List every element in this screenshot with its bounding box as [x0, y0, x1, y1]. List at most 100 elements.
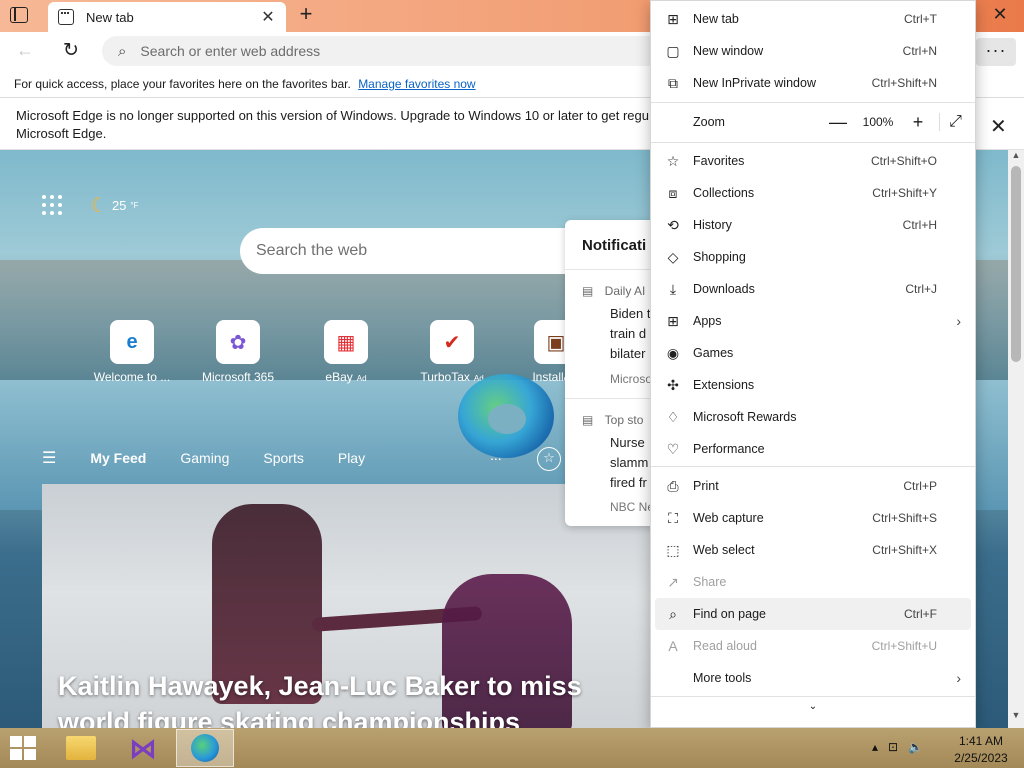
menu-divider	[651, 102, 975, 103]
menu-item-new-inprivate-window[interactable]: ⧉ New InPrivate window Ctrl+Shift+N	[651, 67, 975, 99]
print-icon: ⎙	[667, 477, 679, 494]
menu-item-favorites[interactable]: ☆ Favorites Ctrl+Shift+O	[651, 145, 975, 177]
clock-time: 1:41 AM	[958, 734, 1004, 748]
downloads-icon: ⤓	[669, 280, 677, 297]
menu-item-shortcut: Ctrl+J	[905, 282, 937, 296]
clock-date: 2/25/2023	[954, 751, 1008, 765]
feed-tab-my-feed[interactable]: My Feed	[90, 450, 146, 466]
menu-item-label: New tab	[693, 12, 739, 26]
web-select-icon: ⬚	[666, 541, 680, 558]
favorites-icon: ☆	[666, 152, 680, 169]
menu-item-label: Games	[693, 346, 734, 360]
edge-taskbar-button[interactable]	[176, 729, 234, 767]
menu-item-more-tools[interactable]: More tools ›	[651, 662, 975, 694]
file-explorer-button[interactable]	[52, 729, 110, 767]
search-icon: ⌕	[118, 42, 127, 60]
settings-and-more-button[interactable]: ···	[976, 38, 1016, 66]
new-tab-icon: ⊞	[667, 10, 679, 27]
menu-item-new-window[interactable]: ▢ New window Ctrl+N	[651, 35, 975, 67]
menu-item-read-aloud: A Read aloud Ctrl+Shift+U	[651, 630, 975, 662]
feed-tab-sports[interactable]: Sports	[263, 450, 303, 466]
menu-item-performance[interactable]: ♡ Performance	[651, 433, 975, 465]
tab-page-icon	[58, 9, 74, 25]
edge-logo-watermark	[458, 374, 554, 458]
tab-actions-icon[interactable]	[10, 7, 28, 23]
menu-item-share: ↗ Share	[651, 566, 975, 598]
menu-item-label: Favorites	[693, 154, 745, 168]
menu-item-web-select[interactable]: ⬚ Web select Ctrl+Shift+X	[651, 534, 975, 566]
menu-item-label: Web select	[693, 543, 755, 557]
expand-menu-icon[interactable]: ⌄	[651, 701, 975, 712]
menu-item-web-capture[interactable]: ⛶ Web capture Ctrl+Shift+S	[651, 502, 975, 534]
visual-studio-button[interactable]: ⋈	[114, 729, 172, 767]
menu-item-label: New InPrivate window	[693, 76, 816, 90]
menu-item-label: Print	[693, 479, 719, 493]
folder-icon	[66, 736, 96, 760]
menu-item-shortcut: Ctrl+N	[902, 44, 937, 58]
feed-menu-icon[interactable]: ☰	[42, 448, 56, 468]
menu-item-label: Read aloud	[693, 639, 757, 653]
window-close-button[interactable]: ✕	[976, 0, 1024, 32]
address-bar[interactable]: ⌕ Search or enter web address	[102, 36, 662, 66]
apps-icon: ⊞	[667, 312, 679, 329]
settings-menu: ⊞ New tab Ctrl+T ▢ New window Ctrl+N ⧉ New InPr…	[650, 0, 976, 728]
menu-item-collections[interactable]: ⧈ Collections Ctrl+Shift+Y	[651, 177, 975, 209]
back-button[interactable]: ←	[16, 40, 34, 61]
quick-link-tile[interactable]: e Welcome to ...	[84, 320, 180, 384]
edge-icon	[191, 734, 219, 762]
find-on-page-icon: ⌕	[669, 605, 677, 622]
microsoft-rewards-icon: ♢	[666, 408, 680, 425]
tab-close-icon[interactable]: ✕	[260, 7, 276, 27]
menu-item-games[interactable]: ◉ Games	[651, 337, 975, 369]
clock[interactable]: 1:41 AM 2/25/2023	[950, 733, 1012, 767]
chevron-right-icon: ›	[956, 313, 961, 329]
menu-item-downloads[interactable]: ⤓ Downloads Ctrl+J	[651, 273, 975, 305]
quick-link-tile[interactable]: ✔ TurboTax Ad	[404, 320, 500, 384]
quick-link-tile[interactable]: ✿ Microsoft 365	[190, 320, 286, 384]
personalize-icon[interactable]: ☆	[537, 447, 561, 471]
menu-item-shopping[interactable]: ◇ Shopping	[651, 241, 975, 273]
menu-item-apps[interactable]: ⊞ Apps ›	[651, 305, 975, 337]
menu-item-extensions[interactable]: ✣ Extensions	[651, 369, 975, 401]
show-hidden-icons-icon[interactable]: ▴	[872, 740, 878, 754]
tab-label: New tab	[86, 9, 134, 25]
zoom-out-button[interactable]: —	[823, 112, 853, 133]
menu-item-microsoft-rewards[interactable]: ♢ Microsoft Rewards	[651, 401, 975, 433]
menu-item-print[interactable]: ⎙ Print Ctrl+P	[651, 470, 975, 502]
network-icon[interactable]: ⊡	[888, 740, 898, 754]
fullscreen-icon[interactable]: ⤢	[939, 113, 971, 131]
feed-tab-play[interactable]: Play	[338, 450, 365, 466]
menu-item-history[interactable]: ⟲ History Ctrl+H	[651, 209, 975, 241]
zoom-row: Zoom — 100% + ⤢	[651, 105, 975, 139]
notification-text[interactable]: Biden t train d bilater	[610, 304, 650, 364]
tab-new-tab[interactable]: New tab ✕	[48, 2, 286, 32]
menu-item-label: Share	[693, 575, 727, 589]
menu-item-shortcut: Ctrl+Shift+S	[872, 511, 937, 525]
feed-tab-gaming[interactable]: Gaming	[180, 450, 229, 466]
quick-link-label: Microsoft 365	[201, 370, 275, 384]
quick-link-icon: ▦	[324, 320, 368, 364]
inprivate-icon: ⧉	[668, 74, 678, 91]
menu-item-shortcut: Ctrl+Shift+X	[872, 543, 937, 557]
scroll-down-icon[interactable]: ▼	[1008, 710, 1024, 726]
manage-favorites-link[interactable]: Manage favorites now	[358, 77, 475, 91]
share-icon: ↗	[667, 573, 679, 590]
quick-link-icon: ✿	[216, 320, 260, 364]
weather-widget[interactable]: ☾ 25 °F	[90, 193, 139, 218]
web-capture-icon: ⛶	[668, 509, 678, 526]
scroll-thumb[interactable]	[1011, 166, 1021, 362]
feed-more-button[interactable]: ...	[490, 447, 502, 463]
start-button[interactable]	[10, 736, 38, 760]
performance-icon: ♡	[666, 440, 680, 457]
menu-item-find-on-page[interactable]: ⌕ Find on page Ctrl+F	[655, 598, 971, 630]
notification-text[interactable]: Nurse slamm fired fr	[610, 433, 648, 493]
info-bar-close-icon[interactable]: ✕	[990, 114, 1007, 139]
new-tab-button[interactable]: +	[294, 3, 318, 27]
app-launcher-icon[interactable]	[42, 195, 62, 215]
scroll-up-icon[interactable]: ▲	[1008, 150, 1024, 166]
quick-link-tile[interactable]: ▦ eBay Ad	[298, 320, 394, 384]
menu-item-new-tab[interactable]: ⊞ New tab Ctrl+T	[651, 3, 975, 35]
refresh-button[interactable]: ↻	[60, 39, 82, 61]
zoom-in-button[interactable]: +	[903, 112, 933, 133]
volume-icon[interactable]: 🔈	[908, 740, 923, 754]
